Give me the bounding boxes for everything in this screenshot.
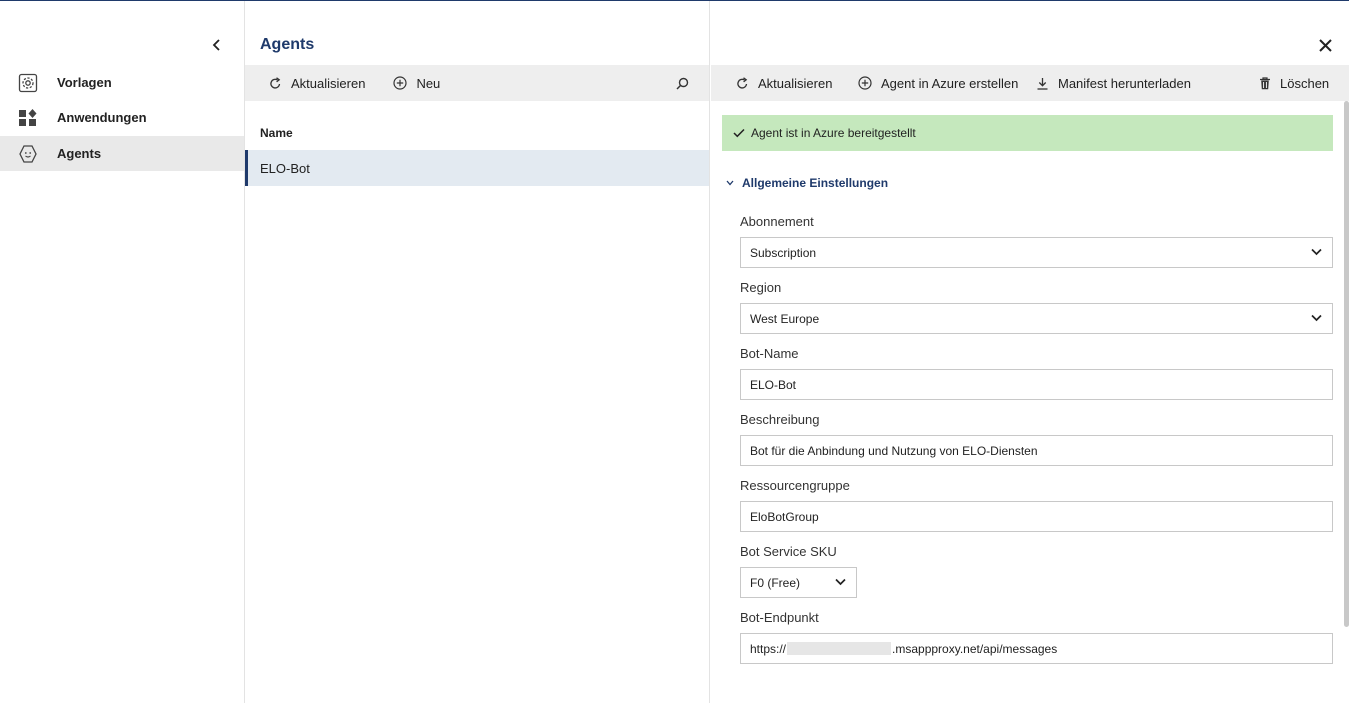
- download-icon: [1037, 77, 1048, 90]
- detail-toolbar: Aktualisieren Agent in Azure erstellen M…: [711, 65, 1349, 101]
- plus-circle-icon: [858, 76, 872, 90]
- refresh-icon: [270, 76, 281, 89]
- close-button[interactable]: [1315, 35, 1335, 55]
- collapse-sidebar-button[interactable]: [207, 35, 227, 55]
- description-value: Bot für die Anbindung und Nutzung von EL…: [750, 443, 1038, 458]
- page-title: Agents: [260, 36, 315, 53]
- templates-gear-icon: [18, 73, 38, 93]
- bot-name-value: ELO-Bot: [750, 377, 797, 392]
- detail-refresh-button[interactable]: Aktualisieren: [736, 65, 832, 101]
- bot-name-label: Bot-Name: [740, 346, 799, 361]
- row-name: ELO-Bot: [260, 160, 310, 176]
- resource-group-value: EloBotGroup: [750, 509, 819, 524]
- sidebar-item-label: Anwendungen: [57, 110, 147, 125]
- redacted-host-block: [787, 642, 892, 655]
- sku-select[interactable]: F0 (Free): [740, 567, 857, 598]
- download-label: Manifest herunterladen: [1058, 75, 1191, 91]
- list-toolbar: Aktualisieren Neu: [245, 65, 709, 101]
- plus-circle-icon: [393, 76, 408, 90]
- description-input[interactable]: Bot für die Anbindung und Nutzung von EL…: [740, 435, 1333, 466]
- subscription-label: Abonnement: [740, 214, 814, 229]
- section-toggle-general-settings[interactable]: Allgemeine Einstellungen: [726, 176, 888, 190]
- sidebar-item-agents[interactable]: Agents: [0, 136, 244, 171]
- status-text: Agent ist in Azure bereitgestellt: [751, 126, 916, 140]
- download-manifest-button[interactable]: Manifest herunterladen: [1036, 65, 1191, 101]
- chevron-down-icon: [1311, 314, 1322, 322]
- vertical-scrollbar[interactable]: [1344, 101, 1349, 627]
- description-label: Beschreibung: [740, 412, 820, 427]
- resource-group-label: Ressourcengruppe: [740, 478, 850, 493]
- resource-group-input[interactable]: EloBotGroup: [740, 501, 1333, 532]
- region-label: Region: [740, 280, 782, 295]
- chevron-down-icon: [1311, 248, 1322, 256]
- subscription-value: Subscription: [750, 245, 817, 260]
- status-banner: Agent ist in Azure bereitgestellt: [722, 115, 1333, 151]
- new-button[interactable]: Neu: [393, 65, 440, 101]
- endpoint-input[interactable]: https:// .msappproxy.net/api/messages: [740, 633, 1333, 664]
- sidebar-item-vorlagen[interactable]: Vorlagen: [0, 65, 244, 100]
- section-title: Allgemeine Einstellungen: [742, 176, 889, 190]
- subscription-select[interactable]: Subscription: [740, 237, 1333, 268]
- sidebar-item-label: Agents: [57, 146, 102, 161]
- delete-button[interactable]: Löschen: [1259, 65, 1329, 101]
- chevron-left-icon: [212, 39, 220, 51]
- refresh-label: Aktualisieren: [758, 75, 833, 91]
- refresh-button[interactable]: Aktualisieren: [269, 65, 365, 101]
- bot-name-input[interactable]: ELO-Bot: [740, 369, 1333, 400]
- new-label: Neu: [416, 75, 441, 91]
- delete-label: Löschen: [1280, 75, 1330, 91]
- create-in-azure-button[interactable]: Agent in Azure erstellen: [858, 65, 1018, 101]
- sidebar-item-label: Vorlagen: [57, 75, 112, 90]
- column-header-name[interactable]: Name: [260, 126, 293, 140]
- endpoint-suffix: .msappproxy.net/api/messages: [892, 641, 1058, 656]
- agents-list-pane: Agents Aktualisieren Neu Name ELO-Bot: [245, 1, 710, 703]
- region-value: West Europe: [750, 311, 820, 326]
- search-icon: [676, 77, 689, 90]
- chevron-down-icon: [835, 578, 846, 586]
- trash-icon: [1260, 76, 1270, 89]
- create-label: Agent in Azure erstellen: [881, 75, 1019, 91]
- sku-value: F0 (Free): [750, 575, 801, 590]
- endpoint-prefix: https://: [750, 641, 787, 656]
- chevron-down-icon: [726, 180, 734, 186]
- table-row[interactable]: ELO-Bot: [245, 150, 709, 186]
- agent-bot-icon: [18, 144, 38, 164]
- sidebar-item-anwendungen[interactable]: Anwendungen: [0, 100, 244, 135]
- endpoint-label: Bot-Endpunkt: [740, 610, 819, 625]
- agent-detail-pane: Aktualisieren Agent in Azure erstellen M…: [711, 1, 1349, 703]
- close-icon: [1318, 38, 1332, 52]
- sku-label: Bot Service SKU: [740, 544, 837, 559]
- region-select[interactable]: West Europe: [740, 303, 1333, 334]
- refresh-icon: [737, 76, 748, 89]
- navigation-sidebar: Vorlagen Anwendungen Agents: [0, 1, 245, 703]
- search-button[interactable]: [676, 65, 698, 101]
- apps-grid-icon: [18, 108, 38, 128]
- check-icon: [733, 128, 745, 138]
- refresh-label: Aktualisieren: [291, 75, 366, 91]
